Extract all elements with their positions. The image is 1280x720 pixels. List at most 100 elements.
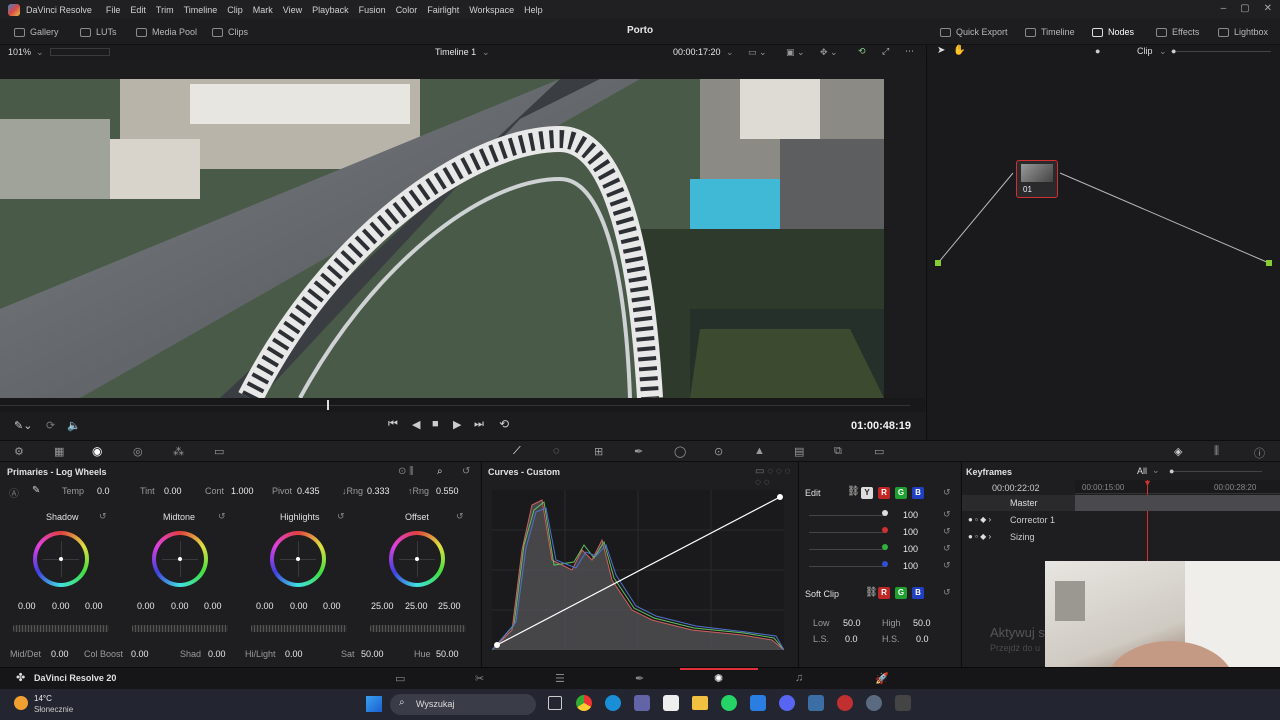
menu-fusion[interactable]: Fusion [359, 5, 386, 15]
edit-page-icon[interactable]: ☰ [555, 672, 565, 685]
color-wheels-icon[interactable]: ◉ [92, 444, 102, 458]
curves-graph[interactable] [492, 490, 784, 650]
effects-toggle-button[interactable]: Effects [1156, 27, 1199, 37]
midtone-color-wheel[interactable] [152, 531, 208, 587]
minimize-icon[interactable]: – [1221, 3, 1227, 14]
lightbox-button[interactable]: Lightbox [1218, 27, 1268, 37]
camera-raw-icon[interactable]: ⚙ [14, 445, 24, 458]
primaries-bars-icon[interactable]: ⊙ ⫼ [398, 466, 414, 477]
viewer-mode-icons[interactable] [50, 48, 110, 56]
high-range-field[interactable]: 0.550 [436, 486, 459, 496]
highlights-reset-icon[interactable]: ↺ [337, 511, 345, 522]
edge-icon[interactable] [605, 695, 621, 711]
gallery-button[interactable]: Gallery [14, 27, 59, 37]
menu-view[interactable]: View [283, 5, 302, 15]
more-options-icon[interactable]: ⋯ [905, 46, 914, 57]
highlights-color-wheel[interactable] [270, 531, 326, 587]
g-slider-handle[interactable] [882, 544, 888, 550]
sizing-enable-icon[interactable]: ● ▫ ◆ › [968, 532, 991, 541]
softclip-b[interactable]: B [912, 587, 924, 599]
scrub-playhead[interactable] [327, 400, 329, 410]
nodes-toggle-button[interactable]: Nodes [1092, 27, 1134, 37]
audio-icon[interactable]: 🔈 [67, 419, 81, 432]
edit-reset-icon[interactable]: ↺ [943, 487, 951, 498]
softclip-reset-icon[interactable]: ↺ [943, 587, 951, 598]
weather-icon[interactable] [14, 696, 28, 710]
channel-y[interactable]: Y [861, 487, 873, 499]
viewer-overlay-icon[interactable]: ▣ ⌄ [786, 47, 805, 58]
settings-taskbar-icon[interactable] [866, 695, 882, 711]
menu-help[interactable]: Help [524, 5, 543, 15]
rgb-mixer-icon[interactable]: ⁂ [173, 445, 184, 458]
fusion-page-icon[interactable]: ✒ [635, 672, 644, 685]
curves-mode-icons[interactable]: ▭ ◌ ◌ ◌ ◌ ◌ [755, 466, 797, 488]
sizing-icon[interactable]: ▭ [874, 445, 884, 458]
discord-icon[interactable] [779, 695, 795, 711]
shadow-b[interactable]: 0.00 [85, 601, 103, 611]
keyframe-zoom-handle[interactable]: ● [1169, 466, 1174, 476]
menu-trim[interactable]: Trim [156, 5, 174, 15]
midtone-r[interactable]: 0.00 [137, 601, 155, 611]
tint-field[interactable]: 0.00 [164, 486, 182, 496]
luts-button[interactable]: LUTs [80, 27, 117, 37]
keyframes-panel-icon[interactable]: ◈ [1174, 445, 1182, 458]
resolve-taskbar-icon[interactable] [808, 695, 824, 711]
stop-icon[interactable]: ■ [432, 418, 439, 430]
store-icon[interactable] [663, 695, 679, 711]
qualifier-icon[interactable]: ✒ [634, 445, 643, 458]
clips-button[interactable]: Clips [212, 27, 248, 37]
color-warper-icon[interactable]: ◌ [553, 445, 560, 457]
highlight-icon[interactable]: ✥ ⌄ [820, 47, 838, 58]
offset-reset-icon[interactable]: ↺ [456, 511, 464, 522]
whatsapp-icon[interactable] [721, 695, 737, 711]
primaries-zoom-icon[interactable]: ⌕ [437, 466, 443, 477]
pivot-field[interactable]: 0.435 [297, 486, 320, 496]
color-node-01[interactable]: 01 [1016, 160, 1058, 198]
keyframe-playhead-handle[interactable]: ▼ [1143, 478, 1152, 488]
tracker-icon[interactable]: ⊙ [714, 445, 723, 458]
menu-mark[interactable]: Mark [253, 5, 273, 15]
play-reverse-icon[interactable]: ◀ [412, 418, 420, 431]
y-reset-icon[interactable]: ↺ [943, 509, 951, 520]
offset-r[interactable]: 25.00 [371, 601, 394, 611]
g-intensity-slider[interactable] [809, 549, 887, 550]
b-slider-handle[interactable] [882, 561, 888, 567]
info-icon[interactable]: ⓘ [1254, 445, 1265, 461]
maximize-icon[interactable]: ▢ [1240, 3, 1249, 14]
timeline-name[interactable]: Timeline 1 [435, 47, 476, 57]
menu-playback[interactable]: Playback [312, 5, 349, 15]
color-page-icon[interactable]: ✺ [714, 672, 723, 685]
hs-field[interactable]: 0.0 [916, 634, 929, 644]
softclip-r[interactable]: R [878, 587, 890, 599]
loop-icon[interactable]: ⟳ [46, 419, 55, 432]
r-reset-icon[interactable]: ↺ [943, 526, 951, 537]
g-intensity-value[interactable]: 100 [903, 544, 918, 554]
b-reset-icon[interactable]: ↺ [943, 560, 951, 571]
corrector-enable-icon[interactable]: ● ▫ ◆ › [968, 515, 991, 524]
timecode-chevron-down-icon[interactable]: ⌄ [726, 47, 734, 58]
shadow-color-wheel[interactable] [33, 531, 89, 587]
chrome-icon[interactable] [576, 695, 592, 711]
softclip-link-icon[interactable]: ⛓ [865, 587, 878, 598]
y-intensity-slider[interactable] [809, 515, 887, 516]
window-icon[interactable]: ◯ [674, 445, 686, 458]
track-master-lane[interactable] [1075, 495, 1280, 511]
cont-field[interactable]: 1.000 [231, 486, 254, 496]
windows-start-icon[interactable] [366, 696, 382, 712]
video-viewer[interactable] [0, 79, 884, 398]
deliver-page-icon[interactable]: 🚀 [875, 672, 889, 685]
eyedropper-icon[interactable]: ✎⌄ [14, 419, 32, 432]
highlights-master-jog[interactable] [251, 625, 347, 632]
wb-picker-icon[interactable]: ✎ [32, 485, 40, 496]
sat-field[interactable]: 50.00 [361, 649, 384, 659]
key-icon[interactable]: ⧉ [834, 445, 842, 458]
menu-fairlight[interactable]: Fairlight [427, 5, 459, 15]
keyframes-filter[interactable]: All [1137, 466, 1147, 476]
low-field[interactable]: 50.0 [843, 618, 861, 628]
link-icon[interactable]: ⛓ [847, 486, 860, 497]
r-slider-handle[interactable] [882, 527, 888, 533]
resolve-alt-taskbar-icon[interactable] [895, 695, 911, 711]
midtone-b[interactable]: 0.00 [204, 601, 222, 611]
auto-balance-icon[interactable]: Ⓐ [9, 485, 19, 500]
chevron-down-icon[interactable]: ⌄ [36, 47, 44, 58]
